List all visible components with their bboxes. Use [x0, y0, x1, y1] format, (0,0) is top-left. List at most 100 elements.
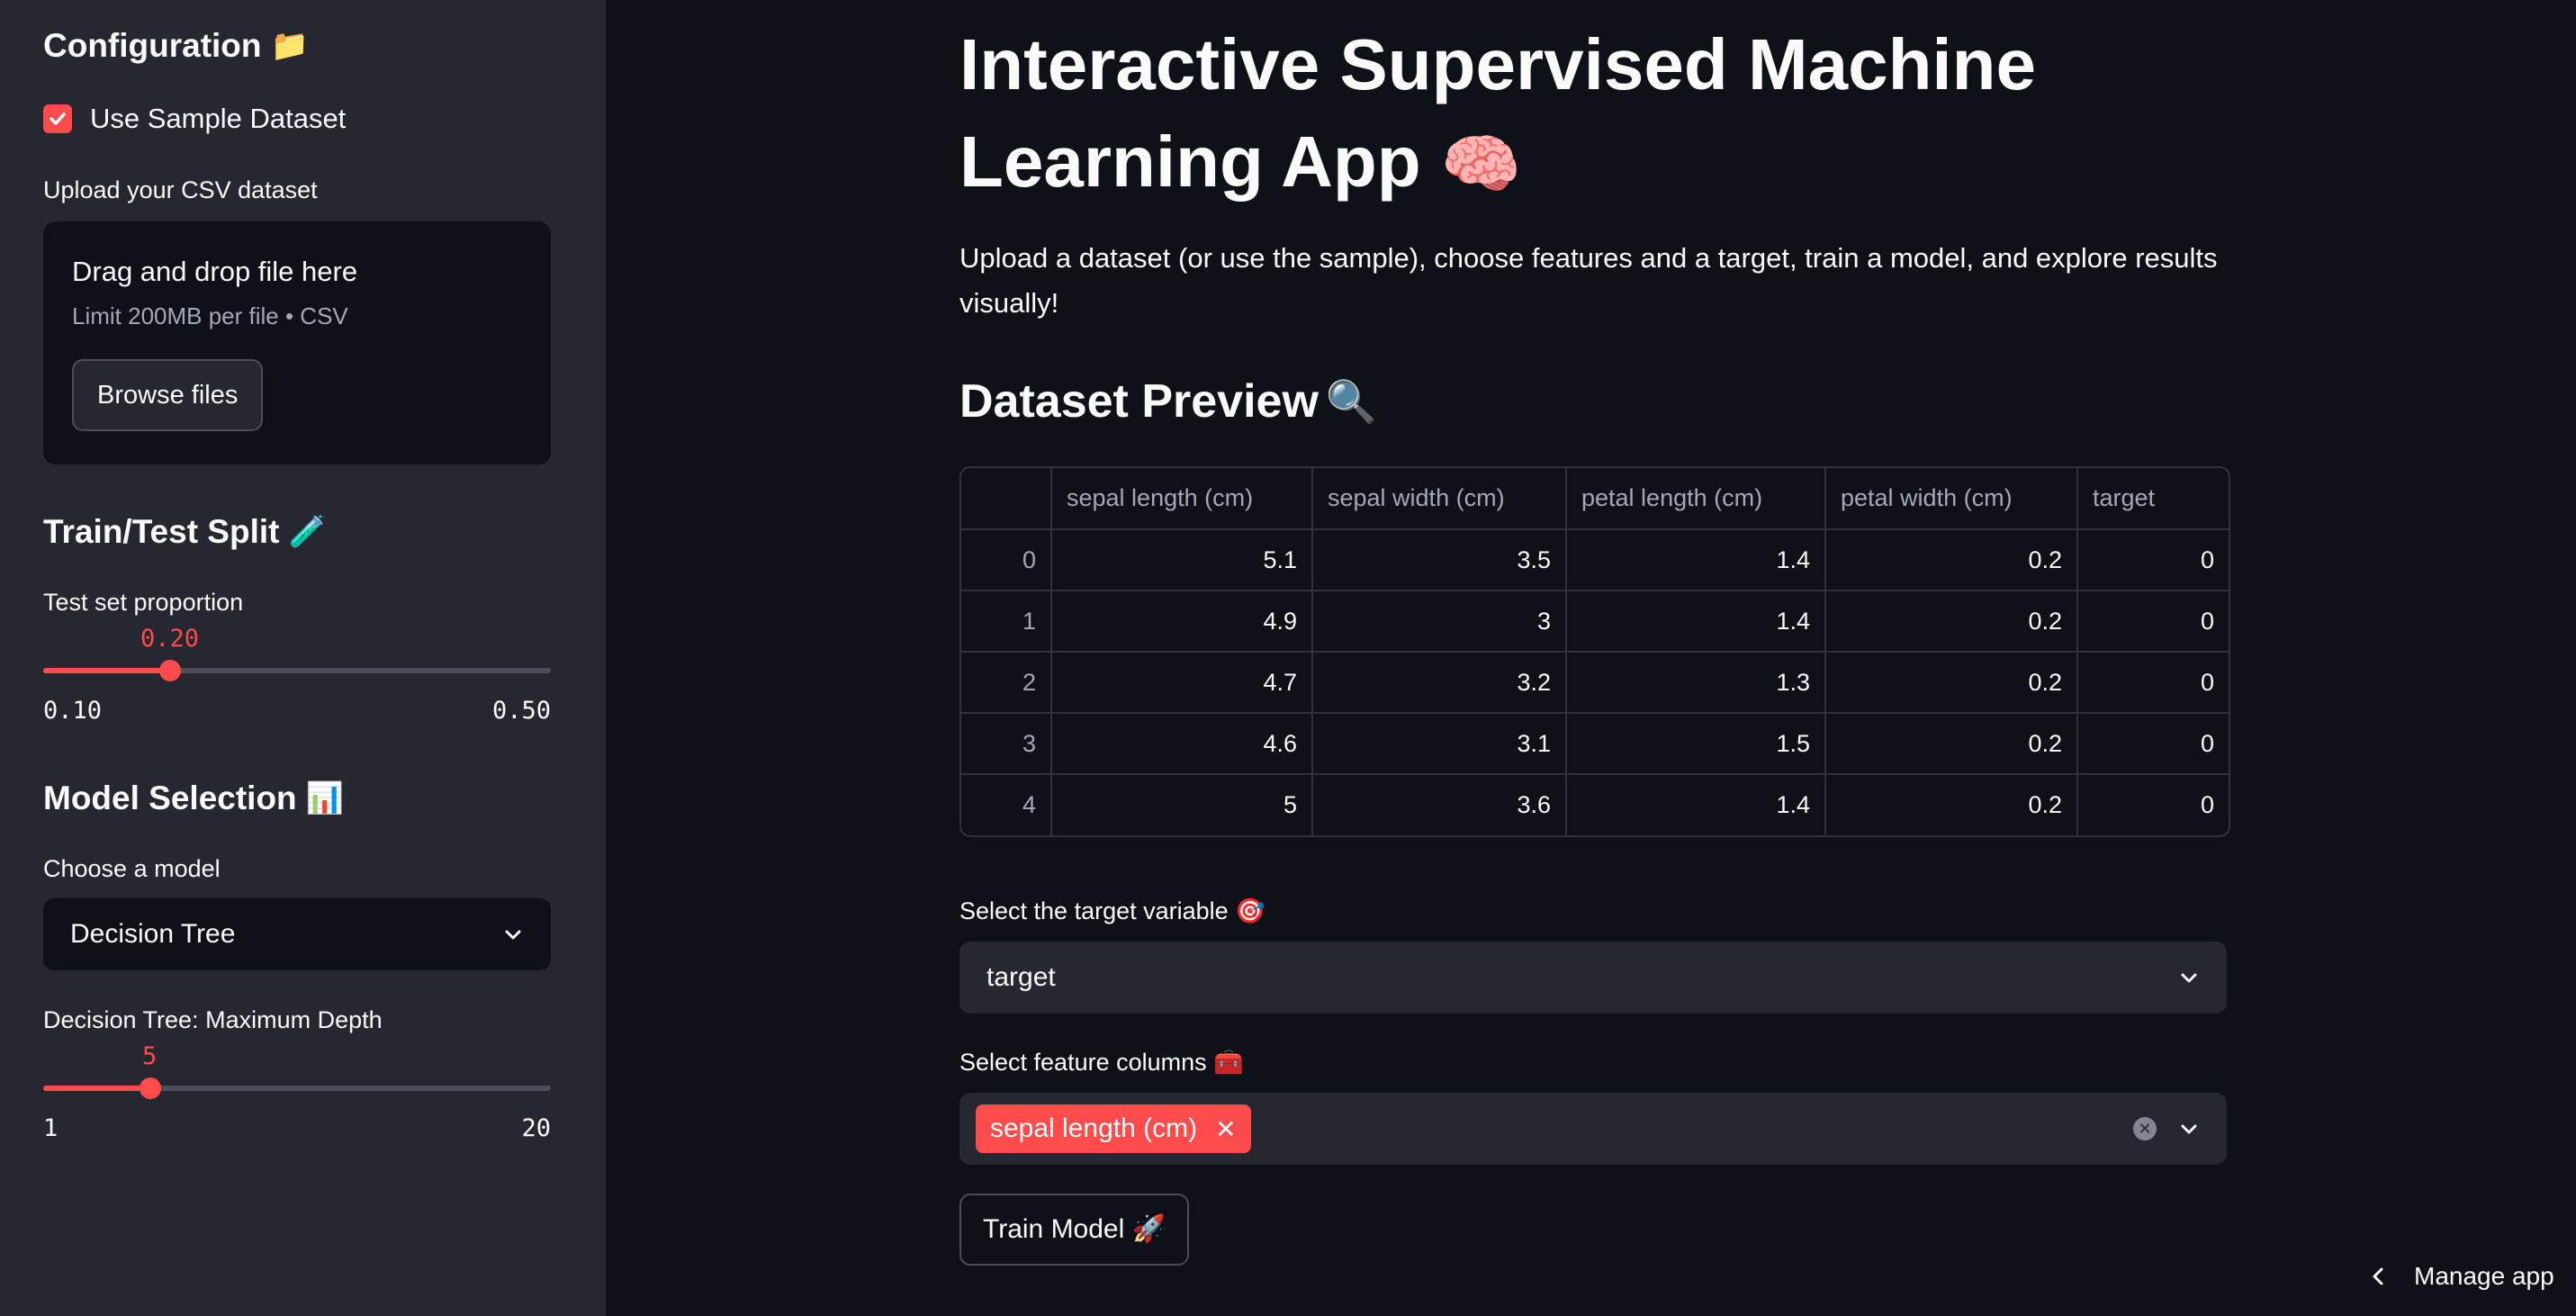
column-header[interactable]: sepal length (cm) [1051, 468, 1313, 530]
table-cell[interactable]: 0 [2077, 774, 2229, 835]
page-title: Interactive Supervised Machine Learning … [959, 16, 2130, 212]
checkbox-checked-icon[interactable] [43, 104, 72, 133]
feature-chip-label: sepal length (cm) [990, 1113, 1198, 1143]
chevron-down-icon [505, 930, 521, 940]
table-cell[interactable]: 0 [2077, 652, 2229, 714]
brain-icon: 🧠 [1440, 126, 1522, 202]
table-cell[interactable]: 5 [1051, 774, 1313, 835]
row-index: 4 [961, 774, 1052, 835]
config-heading: Configuration 📁 [43, 27, 309, 65]
table-cell[interactable]: 0 [2077, 529, 2229, 591]
dart-icon: 🎯 [1235, 897, 1265, 925]
target-select-value: target [986, 962, 1056, 992]
choose-model-label: Choose a model [43, 855, 221, 882]
close-icon[interactable]: ✕ [1215, 1114, 1236, 1144]
slider-thumb[interactable] [140, 1077, 161, 1099]
table-row: 1 4.9 3 1.4 0.2 0 [961, 590, 2229, 653]
feature-chip[interactable]: sepal length (cm) ✕ [976, 1104, 1251, 1153]
config-title: Configuration [43, 27, 262, 64]
table-cell[interactable]: 0 [2077, 590, 2229, 653]
table-cell[interactable]: 4.9 [1051, 590, 1313, 653]
dataset-preview-table[interactable]: sepal length (cm) sepal width (cm) petal… [959, 466, 2230, 837]
chevron-down-icon [2181, 973, 2197, 983]
target-select[interactable]: target [959, 942, 2227, 1014]
split-heading: Train/Test Split 🧪 [43, 513, 327, 551]
table-cell[interactable]: 0.2 [1825, 590, 2078, 653]
magnifier-icon: 🔍 [1325, 376, 1378, 426]
clear-all-icon[interactable]: ✕ [2133, 1117, 2157, 1140]
table-cell[interactable]: 0.2 [1825, 529, 2078, 591]
table-row: 3 4.6 3.1 1.5 0.2 0 [961, 713, 2229, 775]
target-label: Select the target variable 🎯 [959, 897, 1265, 925]
rocket-icon: 🚀 [1131, 1213, 1166, 1245]
column-header[interactable]: petal length (cm) [1566, 468, 1826, 530]
preview-heading: Dataset Preview 🔍 [959, 374, 1377, 428]
features-multiselect[interactable]: sepal length (cm) ✕ ✕ [959, 1093, 2227, 1165]
row-index: 1 [961, 590, 1052, 653]
row-index: 3 [961, 713, 1052, 775]
table-cell[interactable]: 4.6 [1051, 713, 1313, 775]
features-label-text: Select feature columns [959, 1049, 1207, 1076]
features-label: Select feature columns 🧰 [959, 1048, 1244, 1077]
test-proportion-min: 0.10 [43, 697, 103, 725]
column-header[interactable]: petal width (cm) [1825, 468, 2078, 530]
table-cell[interactable]: 3.2 [1312, 652, 1567, 714]
model-select[interactable]: Decision Tree [43, 898, 551, 970]
table-cell[interactable]: 3.1 [1312, 713, 1567, 775]
table-cell[interactable]: 1.4 [1566, 529, 1826, 591]
table-cell[interactable]: 0.2 [1825, 774, 2078, 835]
chevron-down-icon[interactable] [2178, 1118, 2200, 1140]
test-proportion-label: Test set proportion [43, 589, 244, 616]
column-header[interactable]: sepal width (cm) [1312, 468, 1567, 530]
max-depth-slider[interactable]: 5 1 20 [43, 1039, 551, 1147]
model-heading: Model Selection 📊 [43, 780, 344, 817]
table-cell[interactable]: 3.5 [1312, 529, 1567, 591]
table-cell[interactable]: 4.7 [1051, 652, 1313, 714]
table-cell[interactable]: 1.4 [1566, 774, 1826, 835]
table-cell[interactable]: 3 [1312, 590, 1567, 653]
use-sample-checkbox[interactable]: Use Sample Dataset [43, 103, 346, 135]
max-depth-min: 1 [43, 1114, 59, 1142]
table-cell[interactable]: 1.5 [1566, 713, 1826, 775]
slider-thumb[interactable] [159, 660, 181, 681]
preview-title: Dataset Preview [959, 375, 1319, 428]
model-select-value: Decision Tree [70, 919, 236, 949]
manage-app-label: Manage app [2414, 1262, 2554, 1290]
upload-label: Upload your CSV dataset [43, 176, 318, 203]
test-proportion-slider[interactable]: 0.20 0.10 0.50 [43, 621, 551, 729]
test-proportion-value: 0.20 [140, 625, 200, 653]
test-tube-icon: 🧪 [288, 514, 327, 550]
table-row: 0 5.1 3.5 1.4 0.2 0 [961, 529, 2229, 591]
toolbox-icon: 🧰 [1213, 1049, 1244, 1077]
bar-chart-icon: 📊 [305, 780, 344, 816]
chevron-left-icon [2373, 1267, 2383, 1285]
table-cell[interactable]: 5.1 [1051, 529, 1313, 591]
max-depth-max: 20 [521, 1114, 551, 1142]
table-cell[interactable]: 3.6 [1312, 774, 1567, 835]
table-cell[interactable]: 0 [2077, 713, 2229, 775]
split-title: Train/Test Split [43, 513, 280, 550]
column-header[interactable]: target [2077, 468, 2229, 530]
folder-icon: 📁 [270, 28, 309, 64]
table-row: 2 4.7 3.2 1.3 0.2 0 [961, 652, 2229, 714]
max-depth-value: 5 [142, 1042, 158, 1070]
dropzone-limit: Limit 200MB per file • CSV [72, 302, 348, 329]
table-cell[interactable]: 0.2 [1825, 713, 2078, 775]
table-cell[interactable]: 1.4 [1566, 590, 1826, 653]
table-cell[interactable]: 1.3 [1566, 652, 1826, 714]
dropzone-title: Drag and drop file here [72, 256, 358, 287]
row-index: 0 [961, 529, 1052, 591]
use-sample-label: Use Sample Dataset [90, 103, 347, 134]
manage-app-button[interactable]: Manage app [2337, 1237, 2576, 1316]
table-header-row: sepal length (cm) sepal width (cm) petal… [961, 468, 2229, 530]
slider-fill [43, 668, 170, 673]
row-index: 2 [961, 652, 1052, 714]
column-header-index[interactable] [961, 468, 1052, 530]
browse-files-button[interactable]: Browse files [72, 359, 264, 431]
intro-text: Upload a dataset (or use the sample), ch… [959, 242, 2218, 319]
table-cell[interactable]: 0.2 [1825, 652, 2078, 714]
file-dropzone[interactable]: Drag and drop file here Limit 200MB per … [43, 221, 551, 464]
slider-fill [43, 1086, 150, 1091]
train-model-button[interactable]: Train Model 🚀 [959, 1194, 1189, 1266]
model-title: Model Selection [43, 780, 297, 816]
